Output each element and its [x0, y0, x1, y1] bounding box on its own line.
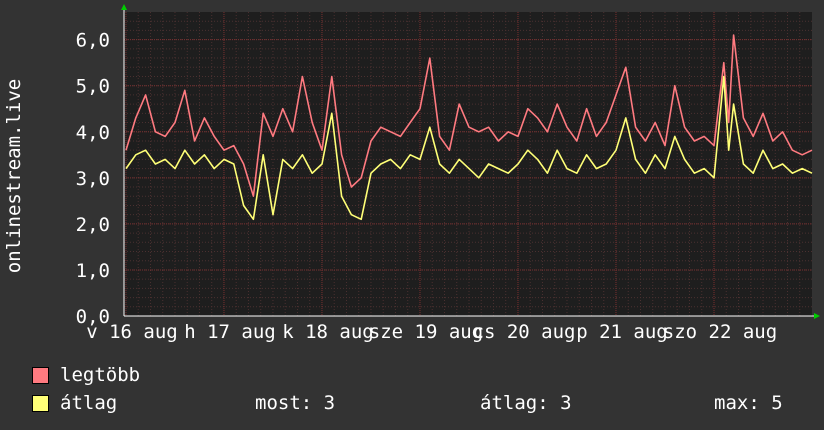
- x-tick-label: p 21 aug: [576, 321, 668, 343]
- x-tick-label: h 17 aug: [184, 321, 276, 343]
- y-tick-label: 3,0: [76, 168, 110, 190]
- y-tick-label: 5,0: [76, 76, 110, 98]
- x-tick-label: cs 20 aug: [473, 321, 576, 343]
- x-axis-arrow: [814, 313, 820, 319]
- x-tick-label: szo 22 aug: [663, 321, 777, 343]
- x-tick-label: v 16 aug: [86, 321, 178, 343]
- y-tick-label: 4,0: [76, 122, 110, 144]
- y-tick-label: 6,0: [76, 30, 110, 52]
- chart: 0,0 1,0 2,0 3,0 4,0 5,0 6,0 v 16 aug h 17 aug k 1…: [0, 0, 824, 430]
- y-axis-label: onlinestream.live: [3, 79, 25, 273]
- x-tick-label: sze 19 aug: [369, 321, 483, 343]
- y-tick-label: 1,0: [76, 260, 110, 282]
- x-tick-label: k 18 aug: [282, 321, 374, 343]
- y-axis-arrow: [121, 4, 127, 10]
- chart-svg: 0,01,02,03,04,05,06,0v 16 aug h 17 aug k 1…: [3, 4, 820, 343]
- y-tick-label: 2,0: [76, 214, 110, 236]
